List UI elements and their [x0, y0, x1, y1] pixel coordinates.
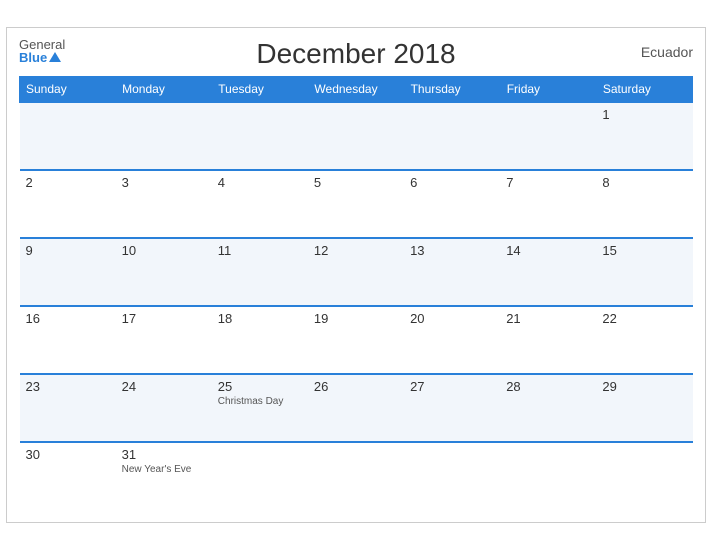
calendar-week-row: 30 31 New Year's Eve [20, 442, 693, 510]
day-number: 27 [410, 379, 494, 394]
calendar-container: General Blue December 2018 Ecuador Sunda… [6, 27, 706, 523]
country-label: Ecuador [641, 44, 693, 60]
calendar-day-cell: 6 [404, 170, 500, 238]
calendar-day-cell: 9 [20, 238, 116, 306]
day-number: 11 [218, 243, 302, 258]
day-number: 20 [410, 311, 494, 326]
calendar-day-cell: 20 [404, 306, 500, 374]
calendar-day-cell [404, 442, 500, 510]
day-number: 16 [26, 311, 110, 326]
weekday-header-cell: Wednesday [308, 77, 404, 103]
weekday-header-cell: Friday [500, 77, 596, 103]
day-number: 12 [314, 243, 398, 258]
day-number: 7 [506, 175, 590, 190]
logo-triangle-icon [49, 52, 61, 62]
calendar-day-cell: 31 New Year's Eve [116, 442, 212, 510]
calendar-day-cell: 14 [500, 238, 596, 306]
calendar-day-cell: 16 [20, 306, 116, 374]
calendar-day-cell [500, 102, 596, 170]
calendar-day-cell: 27 [404, 374, 500, 442]
calendar-day-cell: 22 [596, 306, 692, 374]
day-number: 17 [122, 311, 206, 326]
day-number: 6 [410, 175, 494, 190]
weekday-header-cell: Saturday [596, 77, 692, 103]
calendar-week-row: 16 17 18 19 20 21 22 [20, 306, 693, 374]
calendar-day-cell: 29 [596, 374, 692, 442]
calendar-day-cell: 19 [308, 306, 404, 374]
day-number: 1 [602, 107, 686, 122]
calendar-day-cell: 25 Christmas Day [212, 374, 308, 442]
day-number: 31 [122, 447, 206, 462]
day-number: 14 [506, 243, 590, 258]
day-number: 3 [122, 175, 206, 190]
calendar-day-cell: 18 [212, 306, 308, 374]
calendar-header: General Blue December 2018 Ecuador [19, 38, 693, 70]
day-number: 15 [602, 243, 686, 258]
calendar-day-cell [308, 102, 404, 170]
calendar-day-cell: 1 [596, 102, 692, 170]
calendar-day-cell: 28 [500, 374, 596, 442]
day-number: 18 [218, 311, 302, 326]
holiday-label: Christmas Day [218, 396, 302, 407]
calendar-day-cell: 30 [20, 442, 116, 510]
calendar-day-cell [212, 442, 308, 510]
calendar-day-cell: 17 [116, 306, 212, 374]
weekday-header-cell: Thursday [404, 77, 500, 103]
day-number: 21 [506, 311, 590, 326]
logo: General Blue [19, 38, 65, 64]
day-number: 8 [602, 175, 686, 190]
calendar-day-cell: 23 [20, 374, 116, 442]
day-number: 13 [410, 243, 494, 258]
day-number: 24 [122, 379, 206, 394]
day-number: 2 [26, 175, 110, 190]
calendar-day-cell [500, 442, 596, 510]
day-number: 19 [314, 311, 398, 326]
calendar-day-cell [212, 102, 308, 170]
calendar-day-cell [116, 102, 212, 170]
calendar-week-row: 2345678 [20, 170, 693, 238]
weekday-header-cell: Monday [116, 77, 212, 103]
day-number: 26 [314, 379, 398, 394]
calendar-day-cell: 10 [116, 238, 212, 306]
calendar-week-row: 23 24 25 Christmas Day 26 27 28 29 [20, 374, 693, 442]
day-number: 10 [122, 243, 206, 258]
calendar-day-cell: 7 [500, 170, 596, 238]
calendar-day-cell: 13 [404, 238, 500, 306]
day-number: 22 [602, 311, 686, 326]
calendar-day-cell: 4 [212, 170, 308, 238]
calendar-day-cell: 5 [308, 170, 404, 238]
calendar-day-cell [596, 442, 692, 510]
weekday-header-cell: Sunday [20, 77, 116, 103]
calendar-day-cell [20, 102, 116, 170]
holiday-label: New Year's Eve [122, 464, 206, 475]
calendar-day-cell [404, 102, 500, 170]
weekday-header-cell: Tuesday [212, 77, 308, 103]
calendar-day-cell: 8 [596, 170, 692, 238]
calendar-day-cell: 2 [20, 170, 116, 238]
calendar-week-row: 9 10 11 12 13 14 15 [20, 238, 693, 306]
calendar-day-cell: 12 [308, 238, 404, 306]
day-number: 9 [26, 243, 110, 258]
weekday-header-row: SundayMondayTuesdayWednesdayThursdayFrid… [20, 77, 693, 103]
calendar-grid: SundayMondayTuesdayWednesdayThursdayFrid… [19, 76, 693, 510]
calendar-day-cell: 21 [500, 306, 596, 374]
day-number: 29 [602, 379, 686, 394]
calendar-day-cell: 11 [212, 238, 308, 306]
day-number: 30 [26, 447, 110, 462]
calendar-body: 1234567891011121314151617181920212223242… [20, 102, 693, 510]
logo-blue-text: Blue [19, 51, 65, 64]
day-number: 4 [218, 175, 302, 190]
calendar-day-cell: 3 [116, 170, 212, 238]
day-number: 23 [26, 379, 110, 394]
calendar-title: December 2018 [256, 38, 455, 70]
day-number: 28 [506, 379, 590, 394]
day-number: 5 [314, 175, 398, 190]
calendar-week-row: 1 [20, 102, 693, 170]
calendar-day-cell: 15 [596, 238, 692, 306]
calendar-day-cell: 24 [116, 374, 212, 442]
calendar-day-cell: 26 [308, 374, 404, 442]
day-number: 25 [218, 379, 302, 394]
calendar-day-cell [308, 442, 404, 510]
